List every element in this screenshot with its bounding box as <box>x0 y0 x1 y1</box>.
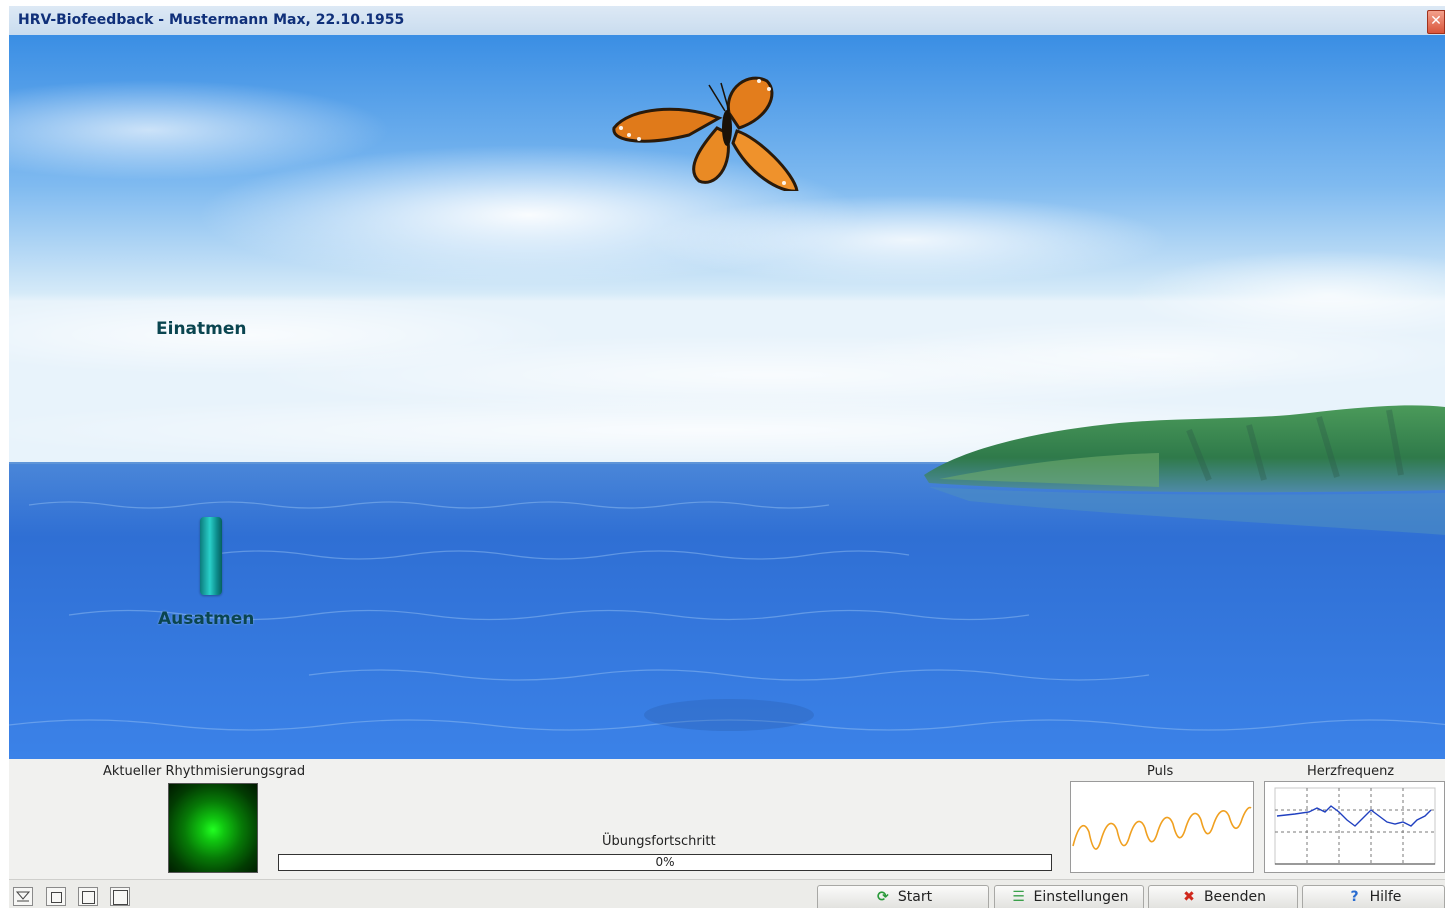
rhythm-label: Aktueller Rhythmisierungsgrad <box>103 764 306 779</box>
heart-rate-chart-graphic <box>1274 787 1436 865</box>
settings-button[interactable]: ☰ Einstellungen <box>994 885 1144 908</box>
window-mode-1-icon[interactable] <box>46 887 66 906</box>
start-button[interactable]: ⟳ Start <box>817 885 989 908</box>
rhythm-indicator <box>168 783 258 873</box>
help-button[interactable]: ? Hilfe <box>1302 885 1445 908</box>
minimize-glyph <box>15 891 31 902</box>
button-bar: ⟳ Start ☰ Einstellungen ✖ Beenden ? Hilf… <box>9 879 1445 908</box>
close-icon: ✖ <box>1183 889 1195 905</box>
progress-label: Übungsfortschritt <box>602 834 716 849</box>
start-button-label: Start <box>897 889 933 905</box>
progress-text: 0% <box>655 855 675 869</box>
exit-button[interactable]: ✖ Beenden <box>1148 885 1298 908</box>
window-mode-2-icon[interactable] <box>78 887 98 906</box>
pulse-label: Puls <box>1147 764 1174 779</box>
butterfly-icon <box>612 76 799 191</box>
help-icon: ? <box>1350 889 1359 905</box>
minimize-icon[interactable] <box>13 887 33 906</box>
heart-rate-label: Herzfrequenz <box>1307 764 1395 779</box>
progress-bar: 0% <box>278 854 1052 871</box>
exhale-label: Ausatmen <box>158 609 255 629</box>
refresh-icon: ⟳ <box>877 889 889 905</box>
pulse-chart <box>1070 781 1254 873</box>
window-mode-3-icon[interactable] <box>110 887 130 906</box>
help-button-label: Hilfe <box>1369 889 1402 905</box>
heart-rate-chart <box>1264 781 1445 873</box>
list-icon: ☰ <box>1012 889 1025 905</box>
exit-button-label: Beenden <box>1203 889 1267 905</box>
pulse-chart-graphic <box>1072 806 1252 850</box>
info-panel: Aktueller Rhythmisierungsgrad Übungsfort… <box>9 759 1445 879</box>
breath-indicator <box>200 517 222 595</box>
inhale-label: Einatmen <box>156 319 247 339</box>
settings-button-label: Einstellungen <box>1033 889 1129 905</box>
close-icon[interactable]: ✕ <box>1427 10 1445 34</box>
title-bar: HRV-Biofeedback - Mustermann Max, 22.10.… <box>9 6 1445 36</box>
biofeedback-scene: Einatmen Ausatmen <box>9 35 1445 759</box>
window-title: HRV-Biofeedback - Mustermann Max, 22.10.… <box>18 12 405 28</box>
